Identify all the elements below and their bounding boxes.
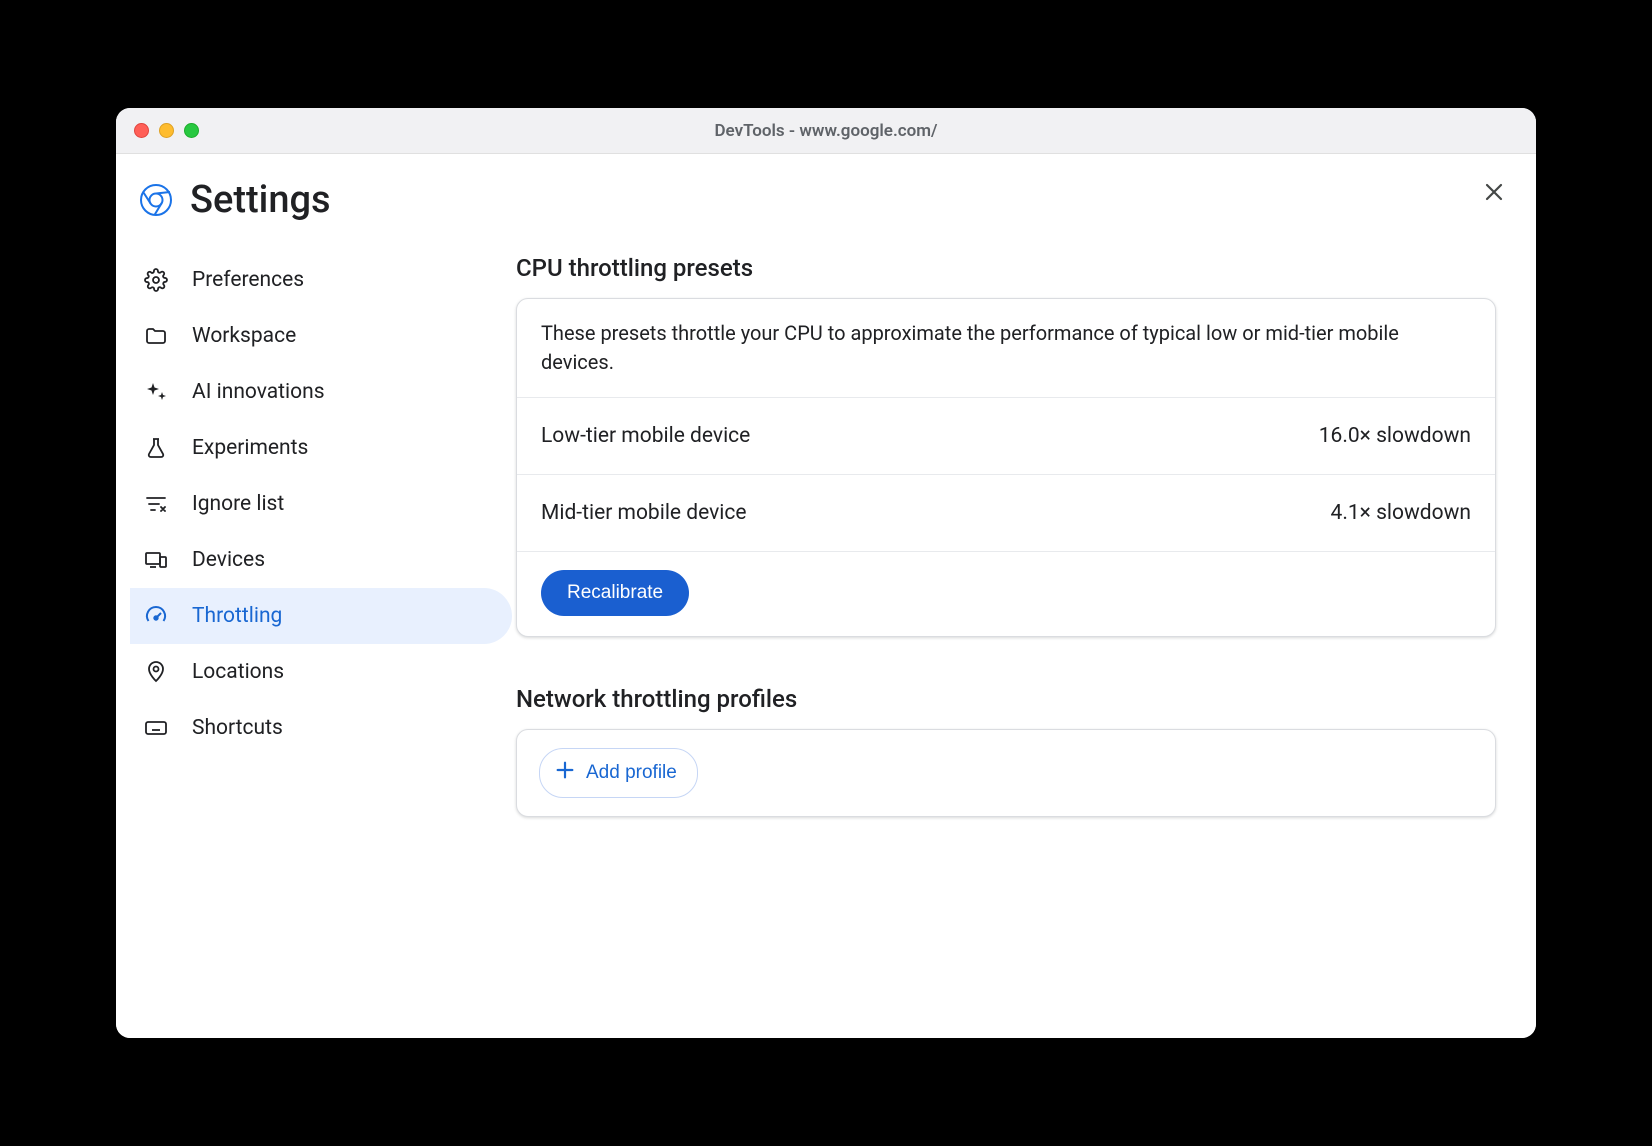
sidebar-item-label: Devices: [192, 548, 265, 572]
preset-value: 4.1× slowdown: [1331, 501, 1471, 525]
devices-icon: [144, 548, 168, 572]
window-title: DevTools - www.google.com/: [116, 121, 1536, 141]
sidebar-item-workspace[interactable]: Workspace: [130, 308, 512, 364]
main-panel: CPU throttling presets These presets thr…: [516, 154, 1536, 1038]
network-throttling-card: Add profile: [516, 729, 1496, 817]
sidebar-nav: Preferences Workspace AI innovations: [116, 252, 516, 756]
preset-name: Mid-tier mobile device: [541, 501, 747, 525]
sidebar-item-ignore-list[interactable]: Ignore list: [130, 476, 512, 532]
preset-name: Low-tier mobile device: [541, 424, 750, 448]
sidebar-item-label: Throttling: [192, 604, 282, 628]
cpu-throttling-card: These presets throttle your CPU to appro…: [516, 298, 1496, 637]
window-zoom-button[interactable]: [184, 123, 199, 138]
page-title: Settings: [190, 178, 331, 222]
add-profile-label: Add profile: [586, 762, 677, 784]
sidebar-item-label: Preferences: [192, 268, 304, 292]
chrome-icon: [140, 184, 172, 216]
settings-header: Settings: [116, 178, 516, 222]
plus-icon: [554, 759, 576, 787]
sidebar-item-label: Locations: [192, 660, 284, 684]
location-pin-icon: [144, 660, 168, 684]
sidebar: Settings Preferences Workspace: [116, 154, 516, 1038]
sidebar-item-throttling[interactable]: Throttling: [130, 588, 512, 644]
sidebar-item-label: Shortcuts: [192, 716, 283, 740]
preset-value: 16.0× slowdown: [1319, 424, 1471, 448]
sidebar-item-label: Experiments: [192, 436, 308, 460]
preset-row-mid-tier: Mid-tier mobile device 4.1× slowdown: [517, 475, 1495, 552]
flask-icon: [144, 436, 168, 460]
folder-icon: [144, 324, 168, 348]
sidebar-item-devices[interactable]: Devices: [130, 532, 512, 588]
sidebar-item-locations[interactable]: Locations: [130, 644, 512, 700]
traffic-lights: [116, 123, 199, 138]
sparkle-icon: [144, 380, 168, 404]
app-window: DevTools - www.google.com/ Settin: [116, 108, 1536, 1038]
window-close-button[interactable]: [134, 123, 149, 138]
sidebar-item-label: Workspace: [192, 324, 296, 348]
keyboard-icon: [144, 716, 168, 740]
card-actions: Recalibrate: [517, 552, 1495, 636]
cpu-throttling-title: CPU throttling presets: [516, 254, 1496, 282]
sidebar-item-shortcuts[interactable]: Shortcuts: [130, 700, 512, 756]
speedometer-icon: [144, 604, 168, 628]
gear-icon: [144, 268, 168, 292]
network-throttling-title: Network throttling profiles: [516, 685, 1496, 713]
filter-x-icon: [144, 492, 168, 516]
sidebar-item-label: AI innovations: [192, 380, 325, 404]
sidebar-item-ai-innovations[interactable]: AI innovations: [130, 364, 512, 420]
sidebar-item-label: Ignore list: [192, 492, 284, 516]
recalibrate-button[interactable]: Recalibrate: [541, 570, 689, 616]
window-minimize-button[interactable]: [159, 123, 174, 138]
cpu-throttling-description: These presets throttle your CPU to appro…: [517, 299, 1495, 398]
preset-row-low-tier: Low-tier mobile device 16.0× slowdown: [517, 398, 1495, 475]
sidebar-item-preferences[interactable]: Preferences: [130, 252, 512, 308]
titlebar: DevTools - www.google.com/: [116, 108, 1536, 154]
content-area: Settings Preferences Workspace: [116, 154, 1536, 1038]
close-icon: [1482, 189, 1506, 208]
add-profile-button[interactable]: Add profile: [539, 748, 698, 798]
sidebar-item-experiments[interactable]: Experiments: [130, 420, 512, 476]
close-settings-button[interactable]: [1482, 180, 1506, 208]
